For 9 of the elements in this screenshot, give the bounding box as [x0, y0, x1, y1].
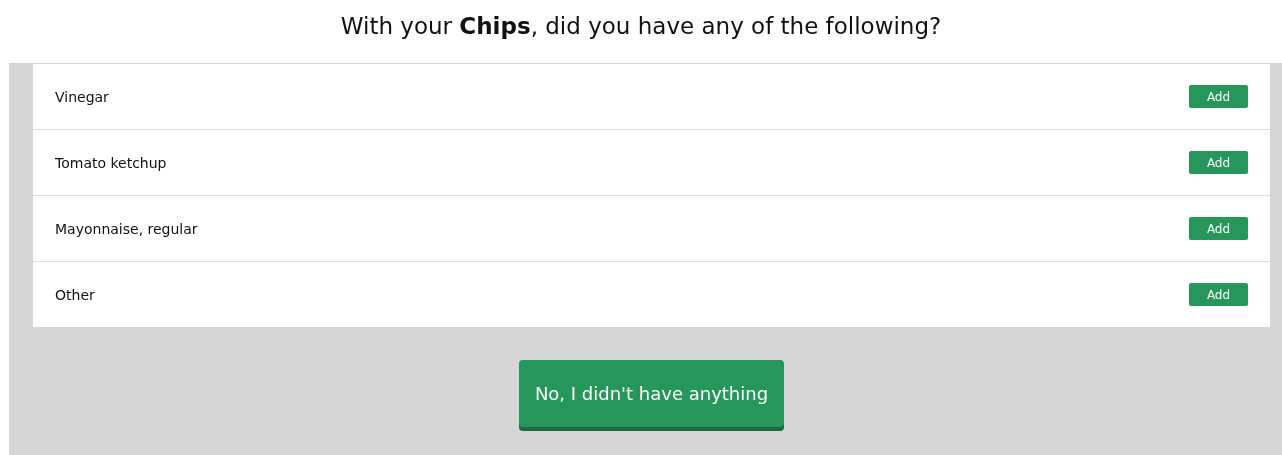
option-label: Tomato ketchup [55, 154, 167, 171]
option-label: Vinegar [55, 88, 109, 105]
add-button[interactable]: Add [1189, 85, 1248, 108]
add-button[interactable]: Add [1189, 151, 1248, 174]
option-label: Other [55, 286, 95, 303]
question-heading: With your Chips, did you have any of the following? [340, 12, 942, 41]
add-button[interactable]: Add [1189, 283, 1248, 306]
option-label: Mayonnaise, regular [55, 220, 198, 237]
add-button[interactable]: Add [1189, 217, 1248, 240]
